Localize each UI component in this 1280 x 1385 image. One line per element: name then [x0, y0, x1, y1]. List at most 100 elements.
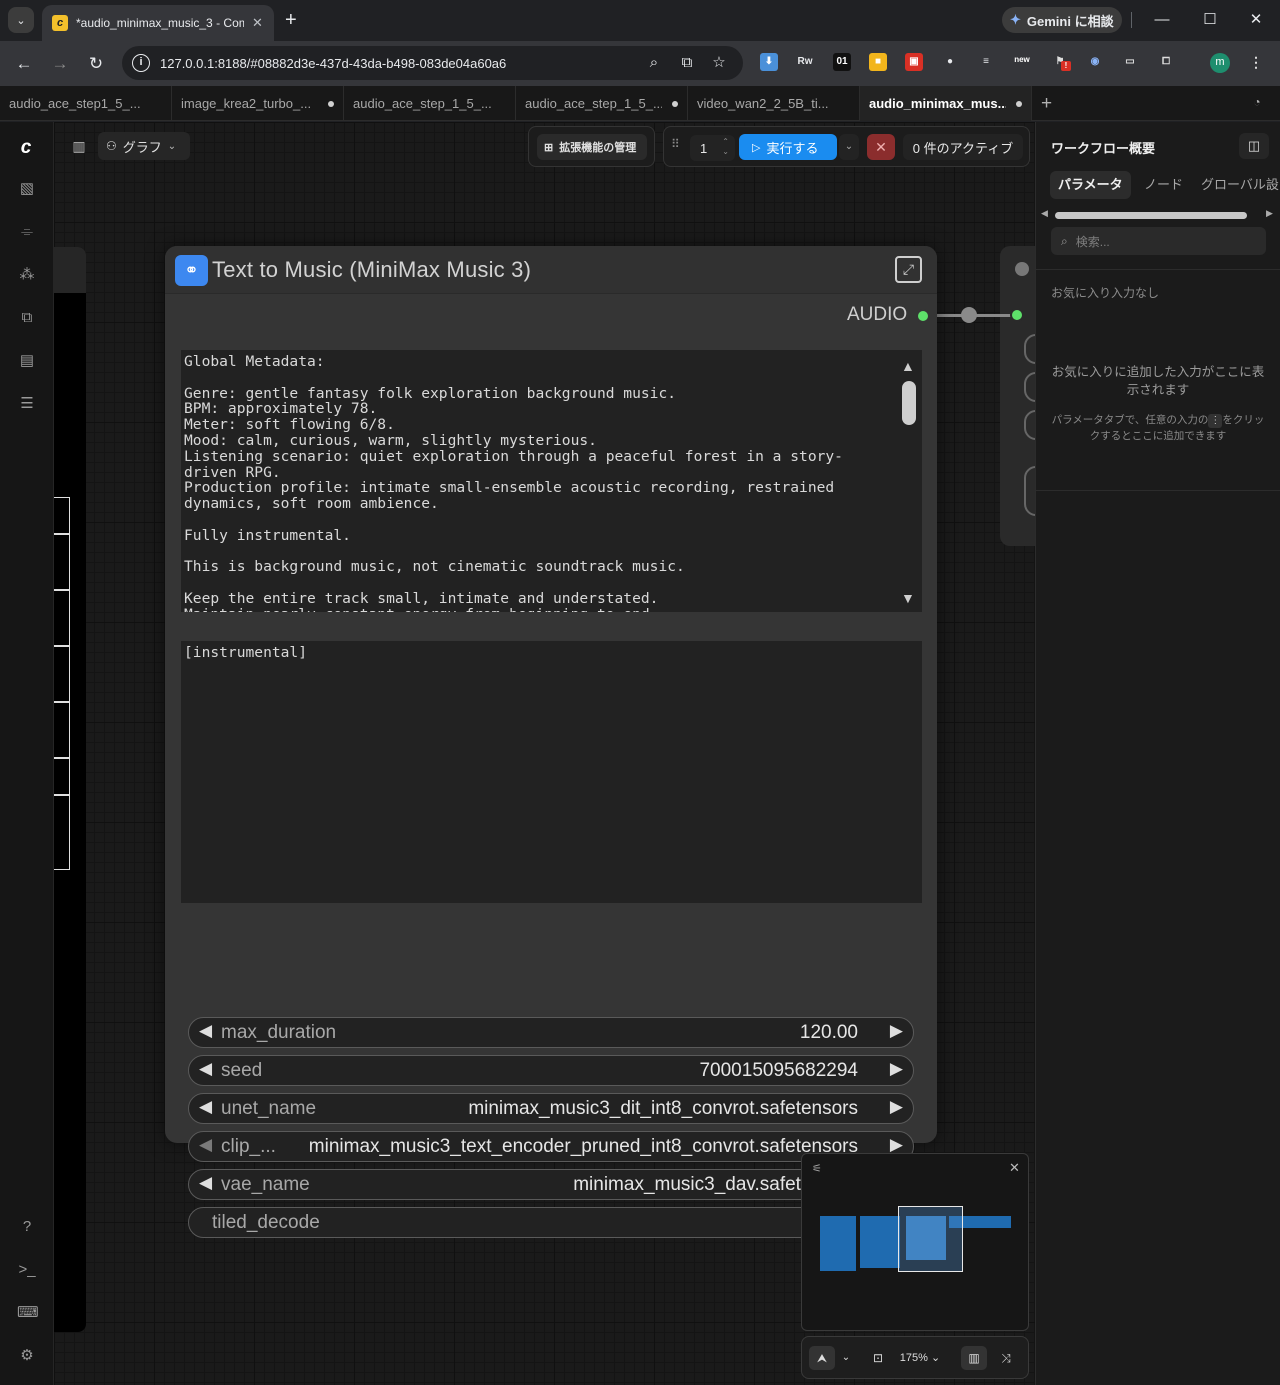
new-ext-icon[interactable]: new — [1011, 51, 1033, 69]
decrement-arrow-icon[interactable]: ◀ — [199, 1135, 212, 1155]
increment-arrow-icon[interactable]: ▶ — [890, 1021, 903, 1041]
templates-icon[interactable]: ▤ — [17, 351, 37, 371]
reload-icon[interactable]: ↻ — [83, 51, 109, 77]
gemini-button[interactable]: ✦ Gemini に相談 — [1002, 7, 1122, 33]
kebab-menu-icon[interactable]: ⋮ — [1247, 53, 1265, 71]
graph-mode-button[interactable]: ⚇ グラフ ⌄ — [98, 132, 190, 160]
widget-unet-name[interactable]: ◀ unet_name minimax_music3_dit_int8_convro… — [188, 1093, 914, 1124]
add-workflow-tab-button[interactable]: + — [1041, 93, 1052, 115]
widget-max-duration[interactable]: ◀ max_duration 120.00 ▶ — [188, 1017, 914, 1048]
parameter-search-input[interactable]: ⌕ 検索... — [1051, 227, 1266, 255]
graph-canvas[interactable]: ▥ ⚇ グラフ ⌄ ⊞ 拡張機能の管理 ⠿ 1 ⌃ ⌄ ▷ 実行する ⌄ ✕ 0 … — [54, 122, 1035, 1385]
puzzle-extensions-icon[interactable]: ⧠ — [1157, 53, 1175, 71]
scroll-right-icon[interactable]: ▶ — [1266, 208, 1273, 219]
url-text[interactable]: 127.0.0.1:8188/#08882d3e-437d-43da-b498-… — [160, 56, 506, 71]
site-info-icon[interactable]: i — [132, 54, 150, 72]
address-bar[interactable]: i 127.0.0.1:8188/#08882d3e-437d-43da-b49… — [122, 46, 743, 80]
chevron-down-icon[interactable]: ⌄ — [838, 1346, 854, 1370]
active-queue-button[interactable]: 0 件のアクティブ — [903, 134, 1023, 160]
select-pointer-icon[interactable]: ⮝ — [809, 1346, 835, 1370]
drag-handle-icon[interactable]: ⠿ — [671, 137, 680, 151]
workflow-tab[interactable]: audio_ace_step_1_5_... — [516, 86, 688, 121]
zoom-level-button[interactable]: 175% ⌄ — [896, 1346, 944, 1370]
hide-links-icon[interactable]: ⤨ — [994, 1346, 1018, 1370]
increment-arrow-icon[interactable]: ▶ — [890, 1135, 903, 1155]
fit-view-icon[interactable]: ⊡ — [868, 1346, 888, 1370]
profile-avatar[interactable]: m — [1210, 53, 1230, 73]
yellow-ext-icon[interactable]: ■ — [869, 53, 887, 71]
scroll-thumb[interactable] — [902, 381, 916, 425]
stack-ext-icon[interactable]: ≡ — [977, 53, 995, 71]
stepper-arrows-icon[interactable]: ⌃ ⌄ — [722, 137, 729, 157]
node-input-slot[interactable] — [1024, 334, 1035, 364]
flag-ext-icon[interactable]: ⚑! — [1051, 53, 1071, 71]
shield-ext-icon[interactable]: ◉ — [1086, 53, 1104, 71]
rw-ext-icon[interactable]: Rw — [796, 53, 814, 71]
lyrics-textarea[interactable]: [instrumental] — [181, 641, 922, 903]
minimap-viewport[interactable] — [898, 1206, 963, 1272]
tab-nodes[interactable]: ノード — [1136, 171, 1191, 199]
offscreen-node-left[interactable] — [54, 247, 86, 1332]
terminal-icon[interactable]: >_ — [17, 1260, 37, 1280]
decrement-arrow-icon[interactable]: ◀ — [199, 1173, 212, 1193]
manage-extensions-button[interactable]: ⊞ 拡張機能の管理 — [537, 134, 647, 160]
scroll-up-icon[interactable]: ▲ — [901, 358, 915, 374]
minimap-settings-icon[interactable]: ⚟ — [812, 1162, 822, 1175]
browser-tab-active[interactable]: c *audio_minimax_music_3 - Com ✕ — [42, 5, 274, 41]
help-icon[interactable]: ? — [17, 1217, 37, 1237]
batch-count-input[interactable]: 1 ⌃ ⌄ — [690, 135, 735, 161]
minimize-icon[interactable]: — — [1150, 8, 1174, 32]
tab-search-button[interactable]: ⌄ — [8, 7, 34, 33]
keyboard-icon[interactable]: ⌨ — [17, 1303, 39, 1323]
image-library-icon[interactable]: ▧ — [17, 179, 37, 199]
workflow-tab[interactable]: audio_minimax_mus... — [860, 86, 1032, 121]
grey-ext-icon[interactable]: ● — [941, 53, 959, 71]
workflow-tab[interactable]: audio_ace_step1_5_... — [0, 86, 172, 121]
minimap-toggle-icon[interactable]: ▥ — [961, 1346, 987, 1370]
queue-icon[interactable]: ☰ — [17, 394, 37, 414]
run-button[interactable]: ▷ 実行する — [739, 134, 837, 160]
forward-arrow-icon[interactable]: → — [47, 51, 73, 77]
node-input-slot[interactable] — [1024, 372, 1035, 402]
chat-ext-icon[interactable]: ▭ — [1121, 53, 1139, 71]
download-ext-icon[interactable]: ⬇ — [760, 53, 778, 71]
window-close-icon[interactable]: ✕ — [1244, 8, 1268, 32]
node-library-icon[interactable]: ⁂ — [17, 265, 37, 285]
panel-toggle-icon[interactable]: ◫ — [1239, 133, 1269, 159]
install-app-icon[interactable]: ⧉ — [678, 54, 696, 72]
close-icon[interactable]: ✕ — [1009, 1160, 1020, 1176]
maximize-icon[interactable]: ☐ — [1198, 8, 1222, 32]
node-input-slot[interactable] — [1024, 410, 1035, 440]
workflow-tab[interactable]: image_krea2_turbo_... — [172, 86, 344, 121]
scroll-thumb[interactable] — [1055, 212, 1247, 219]
node-input-slot[interactable] — [1024, 466, 1035, 516]
close-icon[interactable]: ✕ — [252, 15, 263, 31]
workflows-icon[interactable]: ⧉ — [17, 308, 37, 328]
decrement-arrow-icon[interactable]: ◀ — [199, 1059, 212, 1079]
cancel-run-button[interactable]: ✕ — [867, 134, 895, 160]
zoom-icon[interactable]: ⌕ — [645, 54, 663, 72]
model-library-icon[interactable]: ⌯ — [17, 222, 37, 242]
scroll-left-icon[interactable]: ◀ — [1041, 208, 1048, 219]
increment-arrow-icon[interactable]: ▶ — [890, 1097, 903, 1117]
output-audio-slot[interactable] — [916, 309, 930, 323]
run-options-chevron-icon[interactable]: ⌄ — [839, 134, 859, 160]
decrement-arrow-icon[interactable]: ◀ — [199, 1021, 212, 1041]
user-icon[interactable]: ◔ — [1249, 95, 1265, 111]
tab-parameters[interactable]: パラメータ — [1050, 171, 1131, 199]
offscreen-node-right[interactable] — [1000, 246, 1035, 546]
link-midpoint-handle[interactable] — [961, 307, 977, 323]
bookmark-star-icon[interactable]: ☆ — [710, 54, 728, 72]
decrement-arrow-icon[interactable]: ◀ — [199, 1097, 212, 1117]
minimap[interactable]: ⚟ ✕ — [801, 1153, 1029, 1331]
scroll-down-icon[interactable]: ▼ — [901, 590, 915, 606]
link-target-slot[interactable] — [1010, 308, 1024, 322]
tabs-scrollbar[interactable]: ◀ ▶ — [1041, 208, 1276, 221]
panel-toggle-icon[interactable]: ▥ — [68, 135, 90, 157]
increment-arrow-icon[interactable]: ▶ — [890, 1059, 903, 1079]
prompt-textarea[interactable]: Global Metadata: Genre: gentle fantasy f… — [181, 350, 922, 612]
prompt-scrollbar[interactable]: ▲ ▼ — [896, 350, 922, 612]
settings-gear-icon[interactable]: ⚙ — [17, 1346, 37, 1366]
expand-node-icon[interactable]: ⤢ — [895, 256, 922, 283]
widget-seed[interactable]: ◀ seed 700015095682294 ▶ — [188, 1055, 914, 1086]
